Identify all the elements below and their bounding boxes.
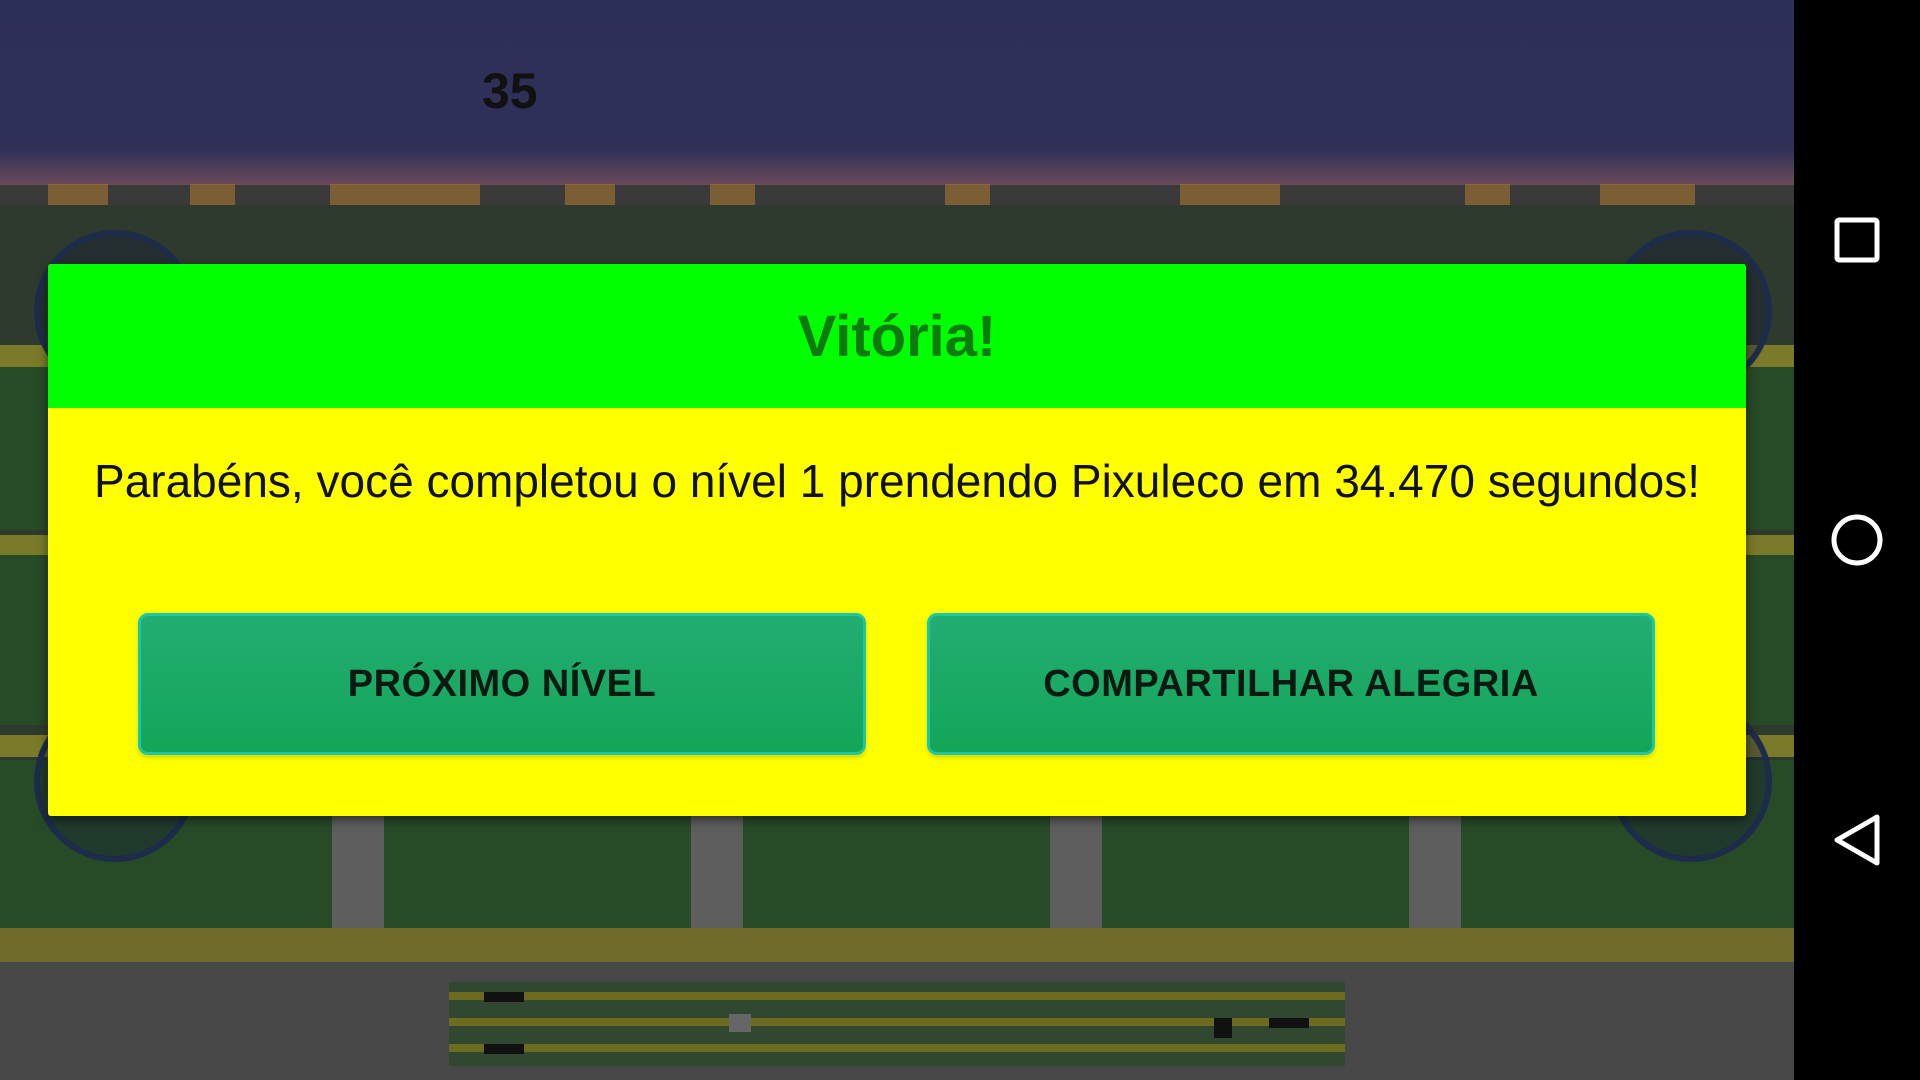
score-counter: 35 [482,63,538,119]
minimap-enemy [1214,1018,1232,1038]
battlement [1465,184,1510,206]
victory-dialog: Vitória! Parabéns, você completou o níve… [48,264,1746,816]
minimap-player [729,1014,751,1032]
floor-stripe [0,928,1794,962]
minimap-line [449,992,1345,1000]
android-nav-bar [1794,0,1920,1080]
share-joy-button[interactable]: COMPARTILHAR ALEGRIA [927,613,1655,755]
dialog-title: Vitória! [797,303,997,369]
home-circle-icon [1831,514,1883,566]
battlement [330,184,480,206]
minimap-line [449,1044,1345,1052]
battlement [1600,184,1695,206]
next-level-button[interactable]: PRÓXIMO NÍVEL [138,613,866,755]
battlement [945,184,990,206]
battlement [710,184,755,206]
battlement [48,184,108,206]
dialog-header: Vitória! [48,264,1746,408]
pillar [332,815,384,940]
sky [0,0,1794,185]
minimap-line [449,1018,1345,1026]
pillar [1050,815,1102,940]
battlement [190,184,235,206]
battlement [565,184,615,206]
recents-square-icon [1834,217,1880,263]
minimap-marker [1269,1018,1309,1028]
pillar [691,815,743,940]
back-button[interactable] [1794,795,1920,885]
battlement [1180,184,1280,206]
home-button[interactable] [1794,495,1920,585]
game-canvas[interactable]: 35 Vitória! Parabéns, você completou o n… [0,0,1794,1080]
dialog-message: Parabéns, você completou o nível 1 prend… [94,455,1700,507]
back-triangle-icon [1834,814,1880,866]
minimap-marker [484,1044,524,1054]
pillar [1409,815,1461,940]
minimap-marker [484,992,524,1002]
minimap [449,982,1345,1066]
recents-button[interactable] [1794,195,1920,285]
